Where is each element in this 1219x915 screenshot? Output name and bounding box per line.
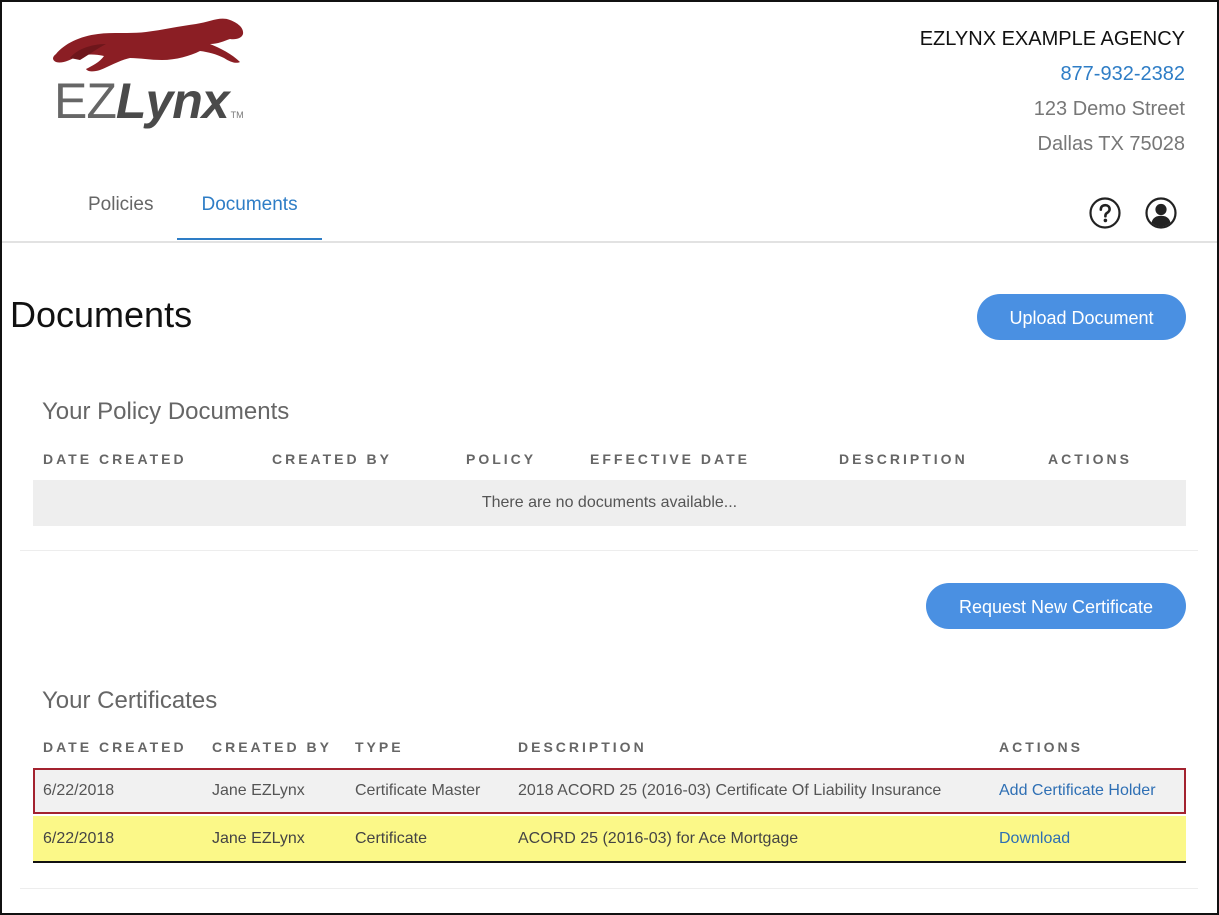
table-row: 6/22/2018 Jane EZLynx Certificate Master… [33,768,1186,814]
request-new-certificate-button[interactable]: Request New Certificate [926,583,1186,629]
logo-lynx-text: Lynx [115,73,230,129]
certificates-title: Your Certificates [42,687,218,714]
column-header-actions: ACTIONS [1048,451,1132,467]
cell-date-created: 6/22/2018 [43,830,115,847]
logo-tm-text: TM [230,110,244,120]
column-header-description: DESCRIPTION [518,739,647,755]
agency-city: Dallas TX 75028 [1037,133,1186,155]
tab-policies[interactable]: Policies [64,186,177,240]
logo-wordmark: EZLynx TM [54,72,244,130]
download-link[interactable]: Download [999,816,1070,862]
main-nav: Policies Documents [64,186,322,240]
column-header-policy: POLICY [466,451,537,467]
upload-document-button[interactable]: Upload Document [977,294,1186,340]
column-header-created-by: CREATED BY [212,739,332,755]
section-divider [20,888,1198,889]
cell-type: Certificate [355,830,428,847]
ezlynx-logo: EZLynx TM [50,14,265,129]
column-header-created-by: CREATED BY [272,451,392,467]
column-header-actions: ACTIONS [999,739,1083,755]
lynx-cat-icon [53,18,244,72]
help-circle-icon[interactable] [1089,197,1121,229]
policy-documents-title: Your Policy Documents [42,398,290,425]
cell-created-by: Jane EZLynx [212,830,305,847]
cell-description: ACORD 25 (2016-03) for Ace Mortgage [518,830,799,847]
column-header-description: DESCRIPTION [839,451,968,467]
section-divider [20,550,1198,551]
table-row: 6/22/2018 Jane EZLynx Certificate ACORD … [33,816,1186,863]
page-title: Documents [10,294,193,335]
empty-documents-message: There are no documents available... [33,480,1186,526]
column-header-type: TYPE [355,739,404,755]
column-header-effective-date: EFFECTIVE DATE [590,451,750,467]
agency-phone-link[interactable]: 877-932-2382 [920,57,1185,92]
logo-ez-text: EZ [54,73,117,129]
cell-created-by: Jane EZLynx [212,782,305,799]
cell-type: Certificate Master [355,782,481,799]
nav-divider [2,241,1217,243]
cell-description: 2018 ACORD 25 (2016-03) Certificate Of L… [518,782,942,799]
cell-date-created: 6/22/2018 [43,782,115,799]
agency-info: EZLYNX EXAMPLE AGENCY 877-932-2382 123 D… [920,22,1185,162]
agency-name: EZLYNX EXAMPLE AGENCY [919,28,1185,50]
tab-documents[interactable]: Documents [177,186,322,240]
agency-street: 123 Demo Street [1033,98,1185,120]
column-header-date-created: DATE CREATED [43,451,187,467]
user-account-icon[interactable] [1145,197,1177,229]
add-certificate-holder-link[interactable]: Add Certificate Holder [999,770,1156,812]
column-header-date-created: DATE CREATED [43,739,187,755]
